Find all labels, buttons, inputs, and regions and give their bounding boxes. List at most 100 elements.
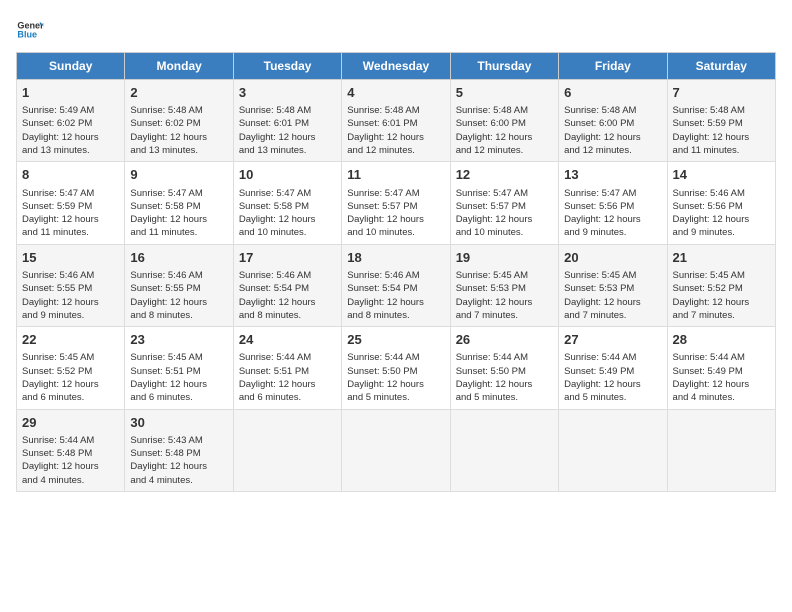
day-number: 30 <box>130 414 227 432</box>
day-number: 9 <box>130 166 227 184</box>
day-number: 23 <box>130 331 227 349</box>
day-info: Sunrise: 5:45 AM Sunset: 5:53 PM Dayligh… <box>456 269 553 322</box>
day-cell: 9 Sunrise: 5:47 AM Sunset: 5:58 PM Daylig… <box>125 162 233 244</box>
day-number: 1 <box>22 84 119 102</box>
day-cell: 3Sunrise: 5:48 AM Sunset: 6:01 PM Daylig… <box>233 80 341 162</box>
day-info: Sunrise: 5:46 AM Sunset: 5:55 PM Dayligh… <box>22 269 119 322</box>
day-info: Sunrise: 5:44 AM Sunset: 5:49 PM Dayligh… <box>564 351 661 404</box>
day-info: Sunrise: 5:49 AM Sunset: 6:02 PM Dayligh… <box>22 104 119 157</box>
day-cell: 12 Sunrise: 5:47 AM Sunset: 5:57 PM Dayli… <box>450 162 558 244</box>
week-row-4: 22 Sunrise: 5:45 AM Sunset: 5:52 PM Dayli… <box>17 327 776 409</box>
day-info: Sunrise: 5:44 AM Sunset: 5:49 PM Dayligh… <box>673 351 770 404</box>
day-cell: 10Sunrise: 5:47 AM Sunset: 5:58 PM Dayli… <box>233 162 341 244</box>
week-row-1: 1 Sunrise: 5:49 AM Sunset: 6:02 PM Daylig… <box>17 80 776 162</box>
day-number: 21 <box>673 249 770 267</box>
day-cell: 25 Sunrise: 5:44 AM Sunset: 5:50 PM Dayli… <box>342 327 450 409</box>
day-cell: 11 Sunrise: 5:47 AM Sunset: 5:57 PM Dayli… <box>342 162 450 244</box>
day-number: 11 <box>347 166 444 184</box>
header-cell-wednesday: Wednesday <box>342 53 450 80</box>
day-cell: 1 Sunrise: 5:49 AM Sunset: 6:02 PM Daylig… <box>17 80 125 162</box>
day-info: Sunrise: 5:45 AM Sunset: 5:52 PM Dayligh… <box>22 351 119 404</box>
day-cell: 4Sunrise: 5:48 AM Sunset: 6:01 PM Daylig… <box>342 80 450 162</box>
day-cell: 23 Sunrise: 5:45 AM Sunset: 5:51 PM Dayli… <box>125 327 233 409</box>
day-info: Sunrise: 5:48 AM Sunset: 5:59 PM Dayligh… <box>673 104 770 157</box>
calendar-table: SundayMondayTuesdayWednesdayThursdayFrid… <box>16 52 776 492</box>
day-number: 4 <box>347 84 444 102</box>
day-cell: 13Sunrise: 5:47 AM Sunset: 5:56 PM Dayli… <box>559 162 667 244</box>
day-info: Sunrise: 5:44 AM Sunset: 5:50 PM Dayligh… <box>347 351 444 404</box>
day-cell <box>450 409 558 491</box>
day-cell: 27 Sunrise: 5:44 AM Sunset: 5:49 PM Dayli… <box>559 327 667 409</box>
day-number: 5 <box>456 84 553 102</box>
day-number: 7 <box>673 84 770 102</box>
day-info: Sunrise: 5:47 AM Sunset: 5:58 PM Dayligh… <box>130 187 227 240</box>
logo: General Blue <box>16 16 44 44</box>
week-row-5: 29 Sunrise: 5:44 AM Sunset: 5:48 PM Dayli… <box>17 409 776 491</box>
day-number: 29 <box>22 414 119 432</box>
day-number: 15 <box>22 249 119 267</box>
day-cell: 14 Sunrise: 5:46 AM Sunset: 5:56 PM Dayli… <box>667 162 775 244</box>
day-cell: 18Sunrise: 5:46 AM Sunset: 5:54 PM Dayli… <box>342 244 450 326</box>
day-cell <box>342 409 450 491</box>
day-number: 19 <box>456 249 553 267</box>
day-cell: 5 Sunrise: 5:48 AM Sunset: 6:00 PM Daylig… <box>450 80 558 162</box>
day-cell: 17Sunrise: 5:46 AM Sunset: 5:54 PM Dayli… <box>233 244 341 326</box>
header-cell-saturday: Saturday <box>667 53 775 80</box>
day-number: 17 <box>239 249 336 267</box>
day-number: 2 <box>130 84 227 102</box>
day-cell: 20 Sunrise: 5:45 AM Sunset: 5:53 PM Dayli… <box>559 244 667 326</box>
day-info: Sunrise: 5:43 AM Sunset: 5:48 PM Dayligh… <box>130 434 227 487</box>
day-cell: 21 Sunrise: 5:45 AM Sunset: 5:52 PM Dayli… <box>667 244 775 326</box>
day-number: 14 <box>673 166 770 184</box>
day-cell <box>667 409 775 491</box>
day-number: 8 <box>22 166 119 184</box>
day-info: Sunrise: 5:45 AM Sunset: 5:51 PM Dayligh… <box>130 351 227 404</box>
day-info: Sunrise: 5:46 AM Sunset: 5:56 PM Dayligh… <box>673 187 770 240</box>
header-cell-tuesday: Tuesday <box>233 53 341 80</box>
logo-icon: General Blue <box>16 16 44 44</box>
header-row: SundayMondayTuesdayWednesdayThursdayFrid… <box>17 53 776 80</box>
day-cell: 8Sunrise: 5:47 AM Sunset: 5:59 PM Daylig… <box>17 162 125 244</box>
day-info: Sunrise: 5:47 AM Sunset: 5:57 PM Dayligh… <box>347 187 444 240</box>
day-cell <box>559 409 667 491</box>
day-number: 28 <box>673 331 770 349</box>
day-number: 20 <box>564 249 661 267</box>
day-info: Sunrise: 5:44 AM Sunset: 5:48 PM Dayligh… <box>22 434 119 487</box>
day-number: 22 <box>22 331 119 349</box>
day-cell <box>233 409 341 491</box>
day-info: Sunrise: 5:45 AM Sunset: 5:53 PM Dayligh… <box>564 269 661 322</box>
day-info: Sunrise: 5:47 AM Sunset: 5:57 PM Dayligh… <box>456 187 553 240</box>
day-cell: 29 Sunrise: 5:44 AM Sunset: 5:48 PM Dayli… <box>17 409 125 491</box>
day-cell: 19 Sunrise: 5:45 AM Sunset: 5:53 PM Dayli… <box>450 244 558 326</box>
day-info: Sunrise: 5:44 AM Sunset: 5:51 PM Dayligh… <box>239 351 336 404</box>
day-number: 25 <box>347 331 444 349</box>
day-number: 27 <box>564 331 661 349</box>
header-cell-sunday: Sunday <box>17 53 125 80</box>
day-cell: 22 Sunrise: 5:45 AM Sunset: 5:52 PM Dayli… <box>17 327 125 409</box>
day-cell: 26Sunrise: 5:44 AM Sunset: 5:50 PM Dayli… <box>450 327 558 409</box>
header-cell-monday: Monday <box>125 53 233 80</box>
day-info: Sunrise: 5:45 AM Sunset: 5:52 PM Dayligh… <box>673 269 770 322</box>
day-info: Sunrise: 5:46 AM Sunset: 5:55 PM Dayligh… <box>130 269 227 322</box>
day-info: Sunrise: 5:46 AM Sunset: 5:54 PM Dayligh… <box>347 269 444 322</box>
day-number: 16 <box>130 249 227 267</box>
day-info: Sunrise: 5:44 AM Sunset: 5:50 PM Dayligh… <box>456 351 553 404</box>
day-cell: 6 Sunrise: 5:48 AM Sunset: 6:00 PM Daylig… <box>559 80 667 162</box>
day-cell: 15 Sunrise: 5:46 AM Sunset: 5:55 PM Dayli… <box>17 244 125 326</box>
day-number: 10 <box>239 166 336 184</box>
week-row-2: 8Sunrise: 5:47 AM Sunset: 5:59 PM Daylig… <box>17 162 776 244</box>
day-cell: 24 Sunrise: 5:44 AM Sunset: 5:51 PM Dayli… <box>233 327 341 409</box>
page-header: General Blue <box>16 16 776 44</box>
day-info: Sunrise: 5:48 AM Sunset: 6:02 PM Dayligh… <box>130 104 227 157</box>
day-info: Sunrise: 5:47 AM Sunset: 5:56 PM Dayligh… <box>564 187 661 240</box>
day-number: 24 <box>239 331 336 349</box>
day-info: Sunrise: 5:48 AM Sunset: 6:01 PM Dayligh… <box>239 104 336 157</box>
day-cell: 30 Sunrise: 5:43 AM Sunset: 5:48 PM Dayli… <box>125 409 233 491</box>
header-cell-friday: Friday <box>559 53 667 80</box>
day-cell: 2 Sunrise: 5:48 AM Sunset: 6:02 PM Daylig… <box>125 80 233 162</box>
day-number: 6 <box>564 84 661 102</box>
svg-text:Blue: Blue <box>17 30 37 40</box>
day-number: 12 <box>456 166 553 184</box>
day-info: Sunrise: 5:48 AM Sunset: 6:00 PM Dayligh… <box>564 104 661 157</box>
day-info: Sunrise: 5:48 AM Sunset: 6:00 PM Dayligh… <box>456 104 553 157</box>
